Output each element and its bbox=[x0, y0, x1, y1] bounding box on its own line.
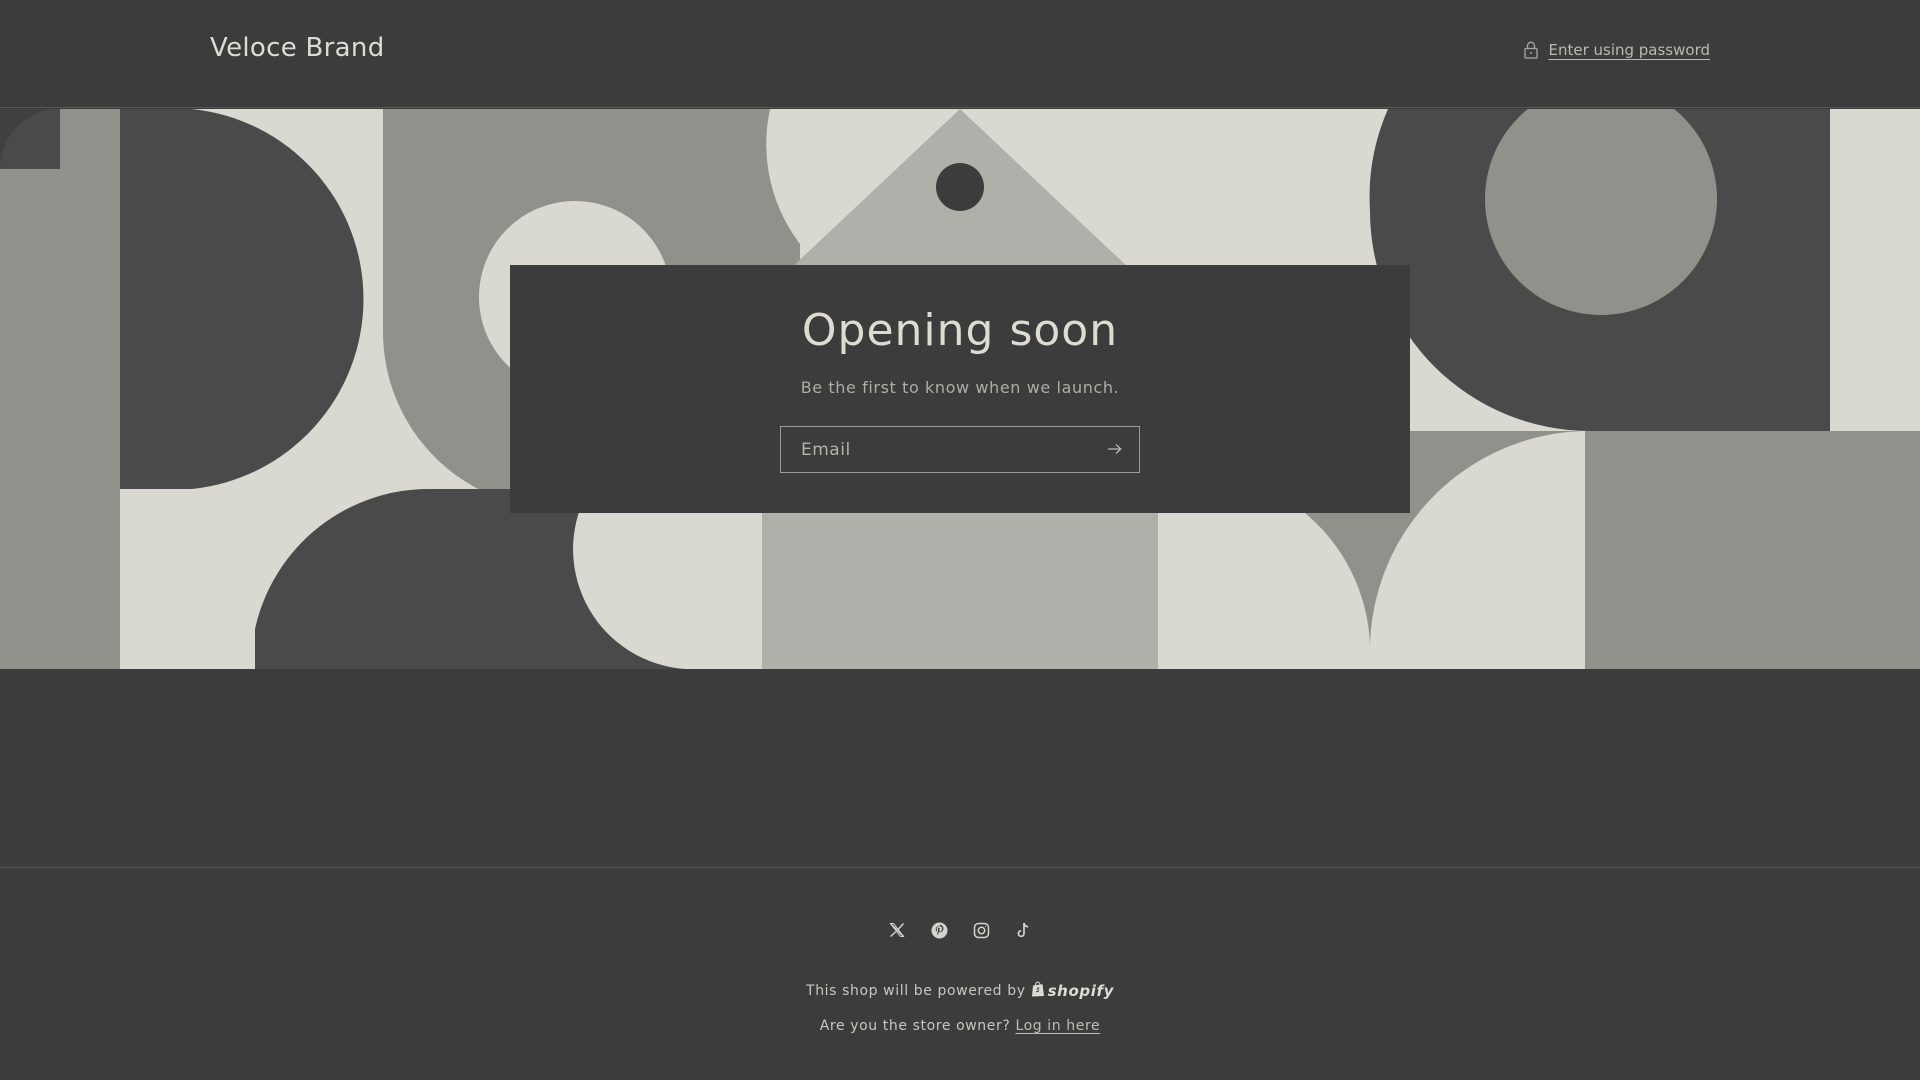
newsletter-card: Opening soon Be the first to know when w… bbox=[510, 265, 1410, 513]
page-title: Opening soon bbox=[801, 305, 1119, 356]
site-footer: This shop will be powered by shopify Are… bbox=[0, 867, 1920, 1080]
shopify-bag-icon bbox=[1031, 981, 1045, 1001]
login-link[interactable]: Log in here bbox=[1015, 1018, 1100, 1034]
email-form bbox=[780, 426, 1140, 473]
powered-text: This shop will be powered by bbox=[806, 983, 1026, 999]
tiktok-icon[interactable] bbox=[1013, 920, 1033, 940]
owner-text: Are you the store owner? bbox=[819, 1018, 1011, 1034]
email-input[interactable] bbox=[781, 427, 1091, 472]
instagram-icon[interactable] bbox=[971, 920, 991, 940]
brand-logo[interactable]: Veloce Brand bbox=[210, 33, 385, 63]
subscribe-button[interactable] bbox=[1091, 427, 1139, 472]
x-icon[interactable] bbox=[887, 920, 907, 940]
powered-by: This shop will be powered by shopify bbox=[0, 981, 1920, 1001]
shopify-wordmark: shopify bbox=[1047, 982, 1114, 1000]
store-owner-line: Are you the store owner? Log in here bbox=[0, 1018, 1920, 1034]
pinterest-icon[interactable] bbox=[929, 920, 949, 940]
lock-icon bbox=[1524, 41, 1539, 59]
shopify-logo[interactable]: shopify bbox=[1031, 981, 1114, 1001]
site-header: Veloce Brand Enter using password bbox=[0, 0, 1920, 108]
arrow-right-icon bbox=[1107, 440, 1123, 459]
social-links bbox=[0, 920, 1920, 940]
page-subtitle: Be the first to know when we launch. bbox=[800, 378, 1120, 397]
enter-password-link[interactable]: Enter using password bbox=[1524, 41, 1710, 59]
enter-password-label: Enter using password bbox=[1548, 41, 1710, 59]
